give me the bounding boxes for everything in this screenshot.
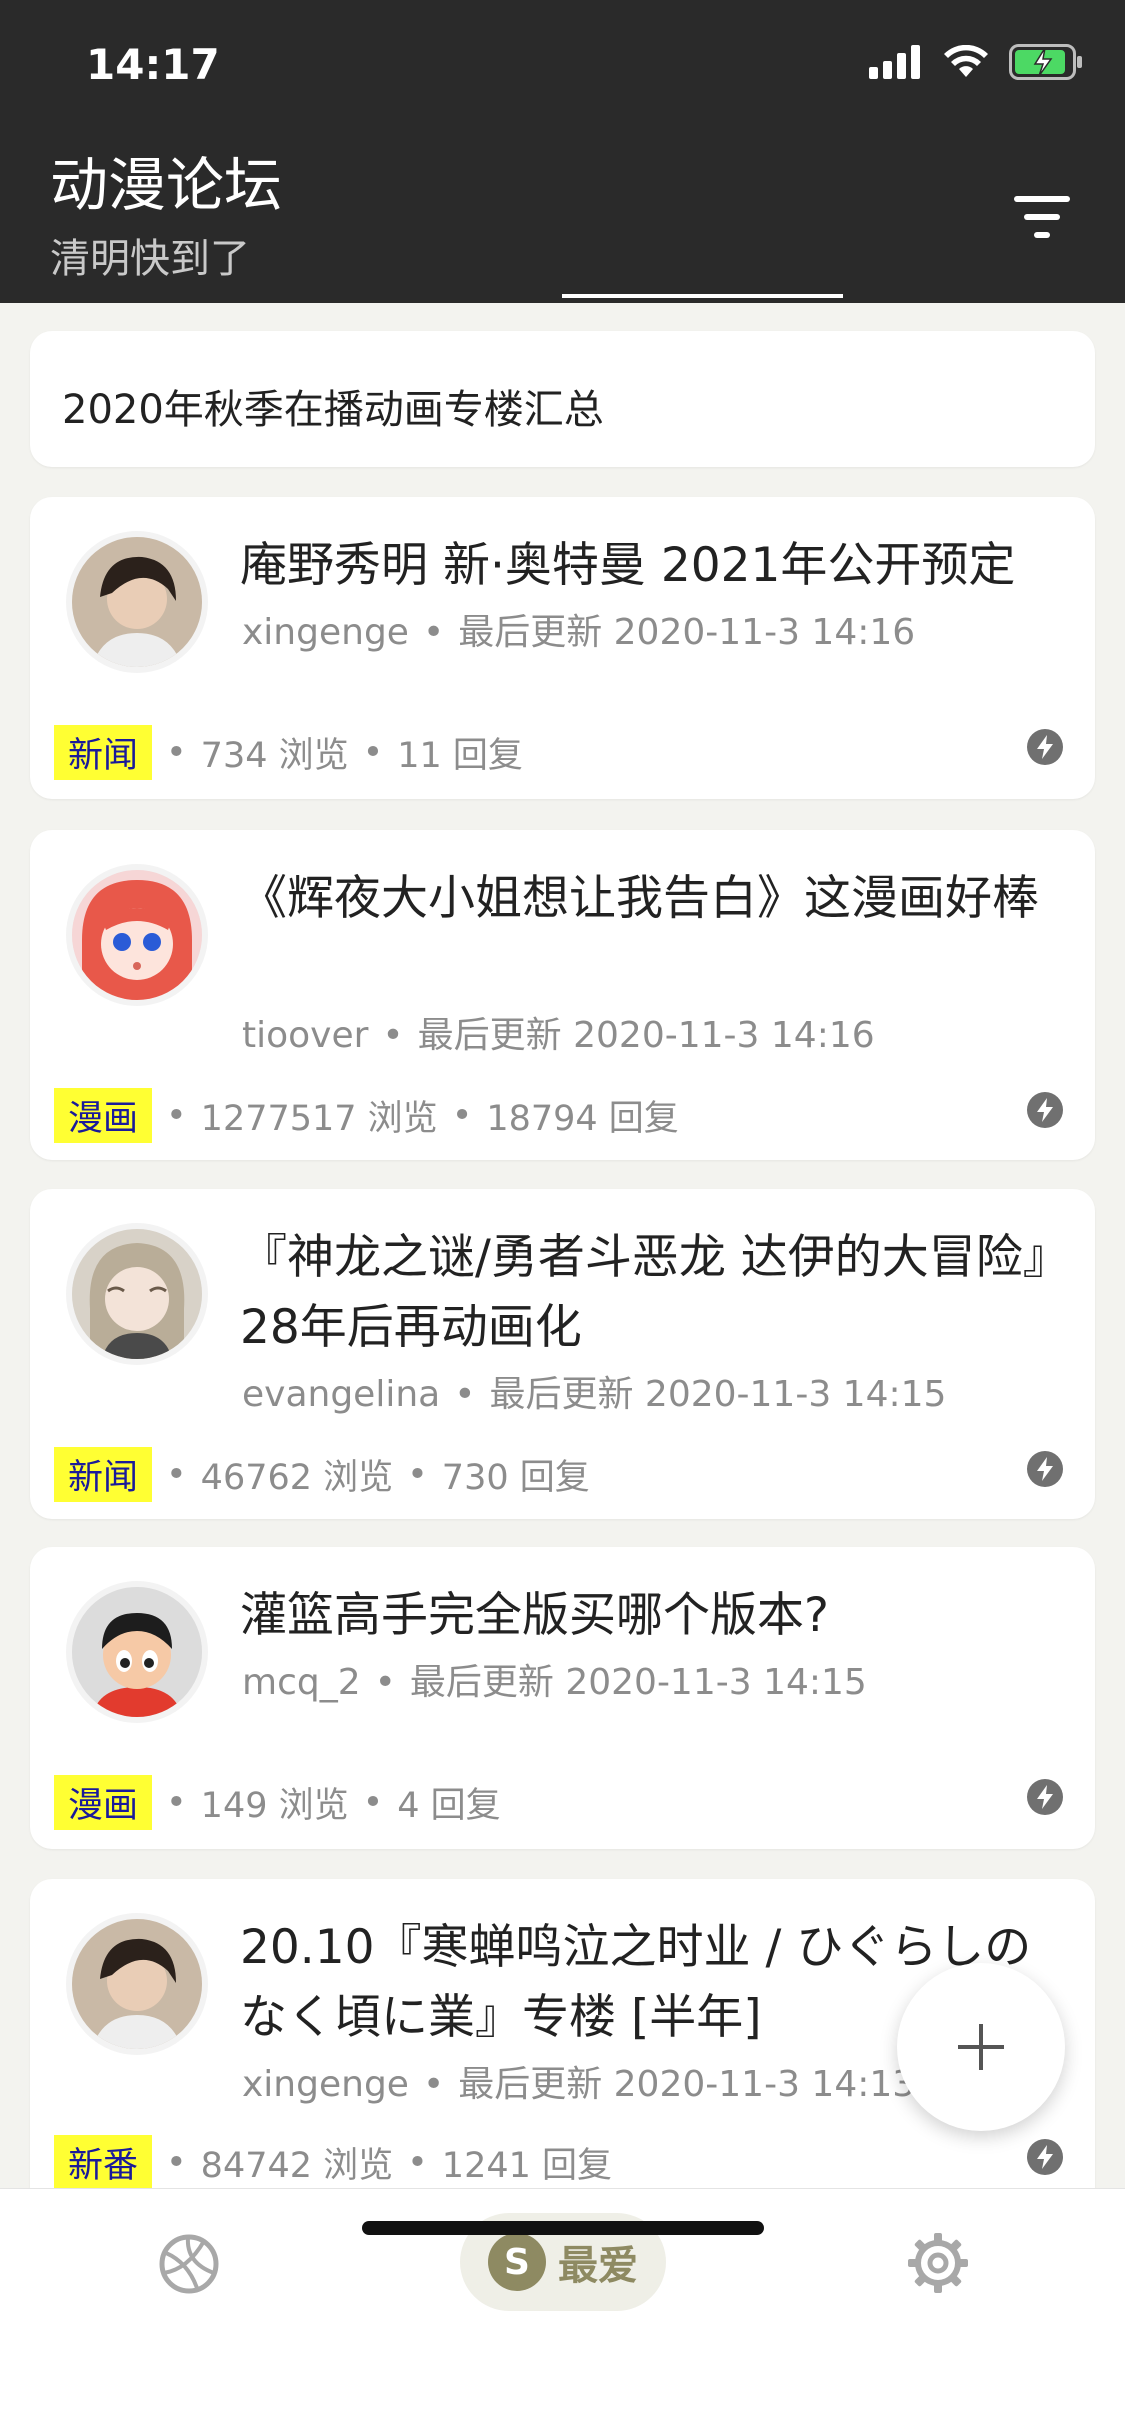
avatar bbox=[66, 531, 208, 673]
avatar bbox=[66, 864, 208, 1006]
post-title: 灌篮高手完全版买哪个版本? bbox=[240, 1588, 829, 1643]
status-time: 14:17 bbox=[86, 40, 220, 89]
view-count: 149 浏览 bbox=[200, 1786, 349, 1826]
category-tag[interactable]: 漫画 bbox=[54, 1775, 153, 1830]
avatar bbox=[66, 1913, 208, 2055]
plus-icon bbox=[958, 2024, 1004, 2070]
post-updated-label: 最后更新 bbox=[409, 1662, 554, 1703]
tab-indicator bbox=[562, 294, 843, 298]
view-count: 1277517 浏览 bbox=[200, 1099, 438, 1139]
post-title: 庵野秀明 新·奥特曼 2021年公开预定 bbox=[240, 538, 1016, 593]
reply-count: 4 回复 bbox=[397, 1786, 501, 1826]
wifi-icon bbox=[944, 45, 988, 77]
category-tag[interactable]: 新闻 bbox=[54, 725, 153, 780]
post-card[interactable]: 庵野秀明 新·奥特曼 2021年公开预定 xingenge • 最后更新 2020-… bbox=[30, 497, 1095, 799]
post-meta: evangelina • 最后更新 2020-11-3 14:15 bbox=[242, 1374, 947, 1415]
post-title: 『神龙之谜/勇者斗恶龙 达伊的大冒险』28年后再动画化 bbox=[240, 1230, 1070, 1355]
filter-icon[interactable] bbox=[1010, 192, 1074, 242]
reply-count: 11 回复 bbox=[397, 736, 523, 776]
post-updated-time: 2020-11-3 14:16 bbox=[613, 612, 916, 653]
post-updated-label: 最后更新 bbox=[489, 1374, 634, 1415]
post-updated-time: 2020-11-3 14:13 bbox=[613, 2064, 916, 2105]
battery-charging-icon bbox=[1009, 44, 1082, 80]
bolt-icon[interactable] bbox=[1027, 1779, 1063, 1815]
post-stats: 新番 • 84742 浏览 • 1241 回复 bbox=[54, 2135, 612, 2188]
page-title: 动漫论坛 bbox=[50, 151, 283, 219]
bolt-icon[interactable] bbox=[1027, 729, 1063, 765]
page-subtitle: 清明快到了 bbox=[50, 236, 250, 282]
view-count: 734 浏览 bbox=[200, 736, 349, 776]
avatar bbox=[66, 1581, 208, 1723]
app-header: 14:17 动漫论坛 清明快到了 bbox=[0, 0, 1125, 303]
pinned-post-title: 2020年秋季在播动画专楼汇总 bbox=[62, 387, 604, 433]
pinned-post[interactable]: 2020年秋季在播动画专楼汇总 bbox=[30, 331, 1095, 467]
post-author[interactable]: evangelina bbox=[242, 1374, 440, 1415]
post-title: 《辉夜大小姐想让我告白》这漫画好棒 bbox=[240, 871, 1039, 926]
post-card[interactable]: 灌篮高手完全版买哪个版本? mcq_2 • 最后更新 2020-11-3 14:15… bbox=[30, 1547, 1095, 1849]
post-updated-label: 最后更新 bbox=[458, 2064, 603, 2105]
post-stats: 漫画 • 149 浏览 • 4 回复 bbox=[54, 1775, 501, 1830]
category-tag[interactable]: 新闻 bbox=[54, 1447, 153, 1502]
gear-icon[interactable] bbox=[906, 2231, 970, 2295]
signal-icon bbox=[869, 45, 920, 79]
post-meta: mcq_2 • 最后更新 2020-11-3 14:15 bbox=[242, 1662, 867, 1703]
reply-count: 1241 回复 bbox=[441, 2146, 612, 2186]
bolt-icon[interactable] bbox=[1027, 2139, 1063, 2175]
post-meta: tioover • 最后更新 2020-11-3 14:16 bbox=[242, 1015, 875, 1056]
post-updated-time: 2020-11-3 14:15 bbox=[644, 1374, 947, 1415]
reply-count: 18794 回复 bbox=[486, 1099, 679, 1139]
view-count: 84742 浏览 bbox=[200, 2146, 394, 2186]
post-updated-time: 2020-11-3 14:15 bbox=[565, 1662, 867, 1703]
bottom-nav: S 最爱 bbox=[0, 2188, 1125, 2436]
category-tag[interactable]: 新番 bbox=[54, 2135, 153, 2188]
post-card[interactable]: 『神龙之谜/勇者斗恶龙 达伊的大冒险』28年后再动画化 evangelina • 最… bbox=[30, 1189, 1095, 1519]
post-list[interactable]: 2020年秋季在播动画专楼汇总 庵野秀明 新·奥特曼 2021年公开预定 xin… bbox=[0, 303, 1125, 2188]
post-meta: xingenge • 最后更新 2020-11-3 14:16 bbox=[242, 612, 916, 653]
reply-count: 730 回复 bbox=[441, 1458, 590, 1498]
status-icons bbox=[869, 44, 1083, 80]
avatar bbox=[66, 1223, 208, 1365]
post-card[interactable]: 《辉夜大小姐想让我告白》这漫画好棒 tioover • 最后更新 2020-11-3… bbox=[30, 830, 1095, 1160]
view-count: 46762 浏览 bbox=[200, 1458, 394, 1498]
post-author[interactable]: xingenge bbox=[242, 612, 409, 653]
home-indicator bbox=[362, 2221, 764, 2235]
post-author[interactable]: mcq_2 bbox=[242, 1662, 361, 1703]
bolt-icon[interactable] bbox=[1027, 1451, 1063, 1487]
post-author[interactable]: xingenge bbox=[242, 2064, 409, 2105]
category-tag[interactable]: 漫画 bbox=[54, 1088, 153, 1143]
post-updated-label: 最后更新 bbox=[458, 612, 603, 653]
new-post-button[interactable] bbox=[897, 1963, 1065, 2131]
post-meta: xingenge • 最后更新 2020-11-3 14:13 bbox=[242, 2064, 916, 2105]
ball-icon[interactable] bbox=[158, 2233, 220, 2295]
favorites-badge: S bbox=[488, 2233, 546, 2291]
post-updated-time: 2020-11-3 14:16 bbox=[573, 1015, 875, 1056]
favorites-label: 最爱 bbox=[558, 2243, 638, 2289]
post-stats: 漫画 • 1277517 浏览 • 18794 回复 bbox=[54, 1088, 679, 1143]
post-author[interactable]: tioover bbox=[242, 1015, 368, 1056]
post-updated-label: 最后更新 bbox=[417, 1015, 562, 1056]
post-stats: 新闻 • 46762 浏览 • 730 回复 bbox=[54, 1447, 590, 1502]
post-stats: 新闻 • 734 浏览 • 11 回复 bbox=[54, 725, 523, 780]
bolt-icon[interactable] bbox=[1027, 1092, 1063, 1128]
